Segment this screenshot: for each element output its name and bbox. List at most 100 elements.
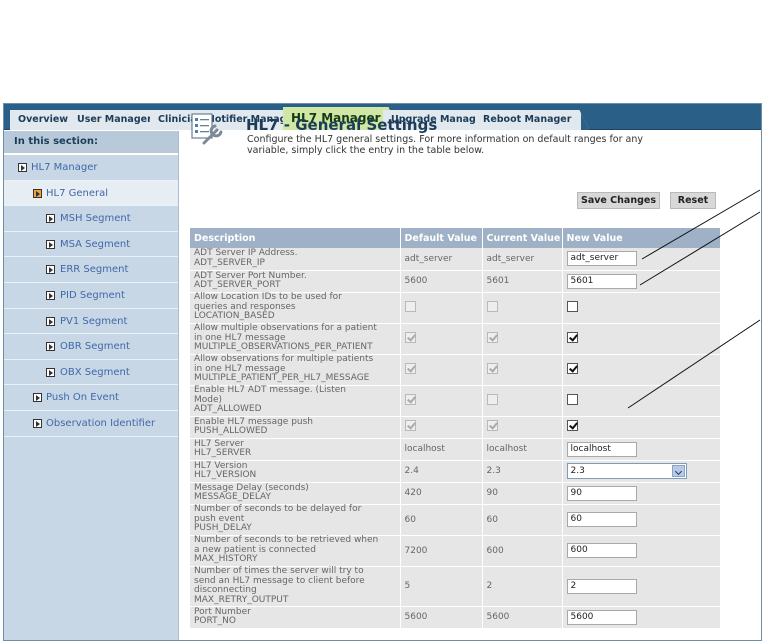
setting-description[interactable]: Allow Location IDs to be used for queries… xyxy=(190,292,401,324)
setting-description[interactable]: Enable HL7 message push PUSH_ALLOWED xyxy=(190,416,401,439)
default-value-cell xyxy=(400,385,483,417)
new-value-input[interactable]: 5601 xyxy=(566,273,637,289)
description-line: ADT_SERVER_PORT xyxy=(194,280,281,290)
description-line: LOCATION_BASED xyxy=(194,311,275,322)
sidebar-item[interactable]: PV1 Segment xyxy=(4,309,178,335)
setting-description[interactable]: Allow observations for multiple patients… xyxy=(190,354,401,386)
expand-arrow-icon xyxy=(46,316,55,326)
tab-reboot-manager[interactable]: Reboot Manager xyxy=(475,110,589,130)
setting-description[interactable]: ADT Server IP Address. ADT_SERVER_IP xyxy=(190,248,401,271)
sidebar-item-label: OBX Segment xyxy=(60,366,130,378)
setting-description[interactable]: Number of seconds to be retrieved when a … xyxy=(190,535,401,567)
new-value-input[interactable]: 90 xyxy=(566,485,637,501)
default-value-checkbox xyxy=(404,393,416,405)
default-value-cell xyxy=(400,292,483,324)
setting-description[interactable]: Number of seconds to be delayed for push … xyxy=(190,504,401,536)
sidebar-item[interactable]: Observation Identifier xyxy=(4,411,178,437)
new-value-input[interactable]: 60 xyxy=(566,512,637,527)
sidebar-item[interactable]: Push On Event xyxy=(4,385,178,411)
sidebar-item[interactable]: PID Segment xyxy=(4,283,178,309)
select-value: 2.3 xyxy=(570,466,585,476)
description-line: MAX_HISTORY xyxy=(194,554,258,565)
current-value-cell: 5601 xyxy=(482,270,563,293)
table-header-row: Description Default Value Current Value … xyxy=(190,228,721,248)
expand-arrow-icon xyxy=(46,239,55,249)
new-value-input[interactable]: 2 xyxy=(566,578,637,594)
sidebar-item[interactable]: MSH Segment xyxy=(4,206,178,232)
sidebar-item[interactable]: OBR Segment xyxy=(4,334,178,360)
new-value-checkbox[interactable] xyxy=(566,420,578,431)
sidebar-item-label: Push On Event xyxy=(46,392,119,404)
setting-description[interactable]: ADT Server Port Number. ADT_SERVER_PORT xyxy=(190,270,401,293)
description-line: MULTIPLE_OBSERVATIONS_PER_PATIENT xyxy=(194,342,373,353)
current-value-cell: 90 xyxy=(482,482,563,505)
expand-arrow-icon xyxy=(33,188,42,198)
default-value-checkbox xyxy=(404,300,416,312)
setting-description[interactable]: Enable HL7 ADT message. (Listen Mode) ADT_… xyxy=(190,385,401,417)
description-line: HL7_SERVER xyxy=(194,448,252,458)
application-frame: Overview User Manager Clinician Notifier… xyxy=(3,103,762,641)
new-value-input[interactable]: 600 xyxy=(566,543,637,558)
page-title: HL7 - General Settings xyxy=(246,116,438,134)
description-line: MAX_RETRY_OUTPUT xyxy=(194,594,289,605)
setting-description[interactable]: Message Delay (seconds) MESSAGE_DELAY xyxy=(190,482,401,505)
default-value-checkbox xyxy=(404,420,416,431)
settings-table: Description Default Value Current Value … xyxy=(190,228,721,629)
new-value-checkbox[interactable] xyxy=(566,362,578,374)
current-value-cell: 2.3 xyxy=(482,460,563,483)
sidebar-item[interactable]: OBX Segment xyxy=(4,360,178,386)
default-value-cell: 5 xyxy=(400,566,483,607)
current-value-cell xyxy=(482,416,563,439)
new-value-cell: 600 xyxy=(562,535,721,567)
default-value: 5600 xyxy=(404,276,428,286)
description-line: MULTIPLE_PATIENT_PER_HL7_MESSAGE xyxy=(194,373,370,384)
default-value-cell xyxy=(400,323,483,355)
default-value-cell: localhost xyxy=(400,438,483,461)
setting-description[interactable]: HL7 Server HL7_SERVER xyxy=(190,438,401,461)
column-header-default: Default Value xyxy=(400,228,483,248)
table-row: HL7 Server HL7_SERVER localhost localhost lo… xyxy=(190,438,721,461)
current-value: 90 xyxy=(486,488,498,498)
column-header-new: New Value xyxy=(562,228,721,248)
new-value-checkbox[interactable] xyxy=(566,331,578,343)
new-value-cell: 90 xyxy=(562,482,721,505)
setting-description[interactable]: HL7 Version HL7_VERSION xyxy=(190,460,401,483)
setting-description[interactable]: Number of times the server will try to se… xyxy=(190,566,401,607)
current-value: 5601 xyxy=(486,276,510,286)
sidebar-item-label: Observation Identifier xyxy=(46,417,156,429)
default-value: 2.4 xyxy=(404,466,419,476)
save-changes-button[interactable]: Save Changes xyxy=(577,192,660,209)
current-value: 2 xyxy=(486,581,493,591)
expand-arrow-icon xyxy=(33,418,42,428)
new-value-checkbox[interactable] xyxy=(566,393,578,405)
reset-button[interactable]: Reset xyxy=(670,192,716,209)
table-row: Allow multiple observations for a patien… xyxy=(190,323,721,355)
sidebar-item-label: MSH Segment xyxy=(60,213,131,225)
sidebar-item[interactable]: MSA Segment xyxy=(4,232,178,258)
chevron-down-icon[interactable] xyxy=(671,465,685,477)
new-value-cell: 60 xyxy=(562,504,721,536)
default-value-checkbox xyxy=(404,331,416,343)
table-row: ADT Server Port Number. ADT_SERVER_PORT 56… xyxy=(190,270,721,293)
default-value: 7200 xyxy=(404,545,428,556)
expand-arrow-icon xyxy=(46,214,55,224)
sidebar-item[interactable]: ERR Segment xyxy=(4,257,178,283)
new-value-input[interactable]: adt_server xyxy=(566,251,637,267)
sidebar-item-label: ERR Segment xyxy=(60,264,129,276)
default-value-cell: adt_server xyxy=(400,248,483,271)
settings-wrench-icon xyxy=(191,113,223,145)
current-value-checkbox xyxy=(486,300,498,312)
new-value-input[interactable]: localhost xyxy=(566,441,637,457)
sidebar-item[interactable]: HL7 General xyxy=(4,180,178,207)
new-value-input[interactable]: 5600 xyxy=(566,609,637,625)
setting-description[interactable]: Port Number PORT_NO xyxy=(190,606,401,629)
current-value: 60 xyxy=(486,514,498,525)
hl7-version-select[interactable]: 2.3 xyxy=(566,463,687,479)
description-line: ADT_SERVER_IP xyxy=(194,257,265,268)
default-value: 60 xyxy=(404,514,416,525)
current-value-cell: 2 xyxy=(482,566,563,607)
default-value: localhost xyxy=(404,444,445,454)
sidebar-item[interactable]: HL7 Manager xyxy=(4,155,178,181)
setting-description[interactable]: Allow multiple observations for a patien… xyxy=(190,323,401,355)
new-value-checkbox[interactable] xyxy=(566,300,578,312)
